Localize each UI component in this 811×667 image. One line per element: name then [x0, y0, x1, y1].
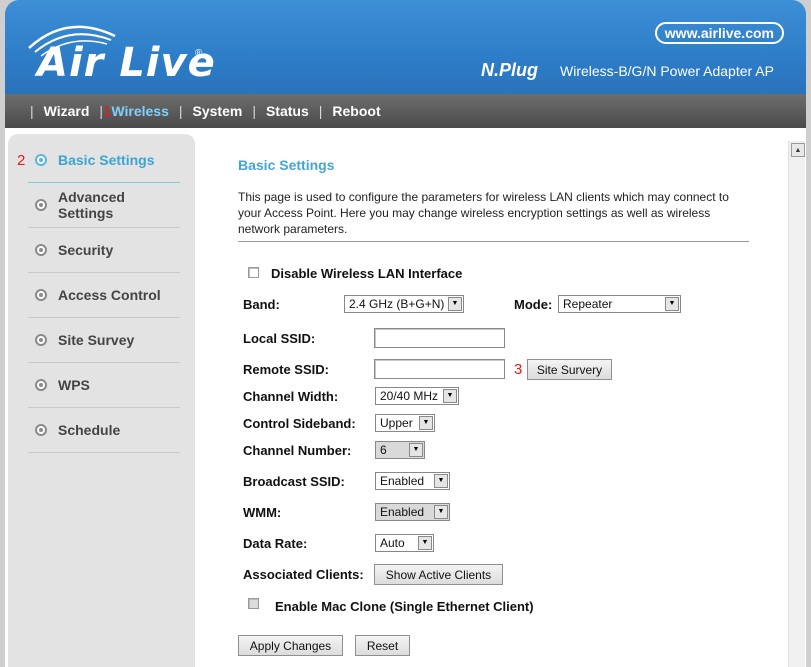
- data-rate-label: Data Rate:: [243, 536, 308, 551]
- page-body: 2 Basic Settings Advanced Settings Secur…: [5, 128, 806, 667]
- control-sideband-value: Upper: [380, 416, 413, 430]
- control-sideband-label: Control Sideband:: [243, 416, 356, 431]
- sidebar-item-label: Basic Settings: [58, 152, 155, 168]
- website-url[interactable]: www.airlive.com: [654, 22, 784, 44]
- sidebar-item-basic-settings[interactable]: 2 Basic Settings: [17, 138, 180, 183]
- sidebar-item-advanced-settings[interactable]: Advanced Settings: [28, 183, 180, 228]
- chevron-down-icon[interactable]: ▼: [665, 297, 679, 311]
- disable-wlan-label: Disable Wireless LAN Interface: [271, 266, 463, 281]
- chevron-down-icon[interactable]: ▼: [434, 474, 448, 488]
- sidebar-item-schedule[interactable]: Schedule: [28, 408, 180, 453]
- chevron-down-icon[interactable]: ▼: [448, 297, 462, 311]
- product-name: Wireless-B/G/N Power Adapter AP: [560, 63, 774, 79]
- annotation-marker-1: 1: [103, 102, 112, 120]
- nav-item-system[interactable]: System: [193, 103, 243, 119]
- site-survey-button[interactable]: Site Survery: [527, 359, 612, 380]
- mode-select-value: Repeater: [563, 297, 613, 311]
- wmm-select[interactable]: Enabled ▼: [375, 503, 450, 521]
- apply-changes-button[interactable]: Apply Changes: [238, 635, 343, 656]
- nav-item-reboot[interactable]: Reboot: [332, 103, 380, 119]
- page-description: This page is used to configure the param…: [238, 190, 729, 236]
- broadcast-ssid-label: Broadcast SSID:: [243, 474, 345, 489]
- band-label: Band:: [243, 297, 280, 312]
- radio-bullet-icon: [35, 289, 47, 301]
- radio-bullet-icon: [35, 244, 47, 256]
- wmm-value: Enabled: [380, 505, 425, 519]
- scroll-up-arrow-icon[interactable]: ▲: [791, 143, 805, 157]
- broadcast-ssid-select[interactable]: Enabled ▼: [375, 472, 450, 490]
- logo-registered-mark: ®: [195, 48, 203, 59]
- band-select-value: 2.4 GHz (B+G+N): [349, 297, 445, 311]
- annotation-marker-3: 3: [514, 361, 523, 378]
- sidebar-item-site-survey[interactable]: Site Survey: [28, 318, 180, 363]
- header-banner: Air Live ® www.airlive.com N.Plug Wirele…: [5, 0, 806, 94]
- logo-text: Air Live: [37, 40, 216, 86]
- sidebar-item-access-control[interactable]: Access Control: [28, 273, 180, 318]
- annotation-marker-2: 2: [17, 151, 26, 169]
- chevron-down-icon[interactable]: ▼: [434, 505, 448, 519]
- sidebar-item-wps[interactable]: WPS: [28, 363, 180, 408]
- local-ssid-label: Local SSID:: [243, 331, 316, 346]
- channel-width-value: 20/40 MHz: [380, 389, 439, 403]
- mac-clone-label: Enable Mac Clone (Single Ethernet Client…: [275, 599, 534, 614]
- channel-width-select[interactable]: 20/40 MHz ▼: [375, 387, 459, 405]
- sidebar-item-security[interactable]: Security: [28, 228, 180, 273]
- band-select[interactable]: 2.4 GHz (B+G+N) ▼: [344, 295, 464, 313]
- sidebar-item-label: WPS: [58, 377, 90, 393]
- control-sideband-select[interactable]: Upper ▼: [375, 414, 435, 432]
- chevron-down-icon[interactable]: ▼: [409, 443, 423, 457]
- local-ssid-input[interactable]: [374, 328, 505, 348]
- broadcast-ssid-value: Enabled: [380, 474, 425, 488]
- associated-clients-label: Associated Clients:: [243, 567, 364, 582]
- reset-button[interactable]: Reset: [355, 635, 410, 656]
- radio-bullet-icon: [35, 199, 47, 211]
- radio-bullet-icon: [35, 334, 47, 346]
- vertical-scrollbar[interactable]: ▲: [788, 141, 805, 667]
- remote-ssid-input[interactable]: [374, 359, 505, 379]
- top-nav: | Wizard | 1 Wireless | System | Status …: [5, 94, 806, 128]
- sidebar-item-label: Advanced Settings: [58, 189, 125, 221]
- chevron-down-icon[interactable]: ▼: [443, 389, 457, 403]
- mac-clone-checkbox[interactable]: [248, 598, 259, 609]
- mode-select[interactable]: Repeater ▼: [558, 295, 681, 313]
- radio-bullet-icon: [35, 379, 47, 391]
- data-rate-select[interactable]: Auto ▼: [375, 534, 434, 552]
- remote-ssid-label: Remote SSID:: [243, 362, 329, 377]
- nav-separator: |: [30, 103, 34, 119]
- page-title: Basic Settings: [238, 157, 335, 173]
- channel-number-value: 6: [380, 443, 387, 457]
- nav-separator: |: [252, 103, 256, 119]
- radio-bullet-icon: [35, 424, 47, 436]
- sidebar-item-label: Security: [58, 242, 114, 258]
- show-active-clients-button[interactable]: Show Active Clients: [374, 564, 503, 585]
- chevron-down-icon[interactable]: ▼: [418, 536, 432, 550]
- sidebar-item-label: Access Control: [58, 287, 161, 303]
- nav-item-status[interactable]: Status: [266, 103, 309, 119]
- nav-separator: |: [178, 103, 183, 119]
- channel-number-label: Channel Number:: [243, 443, 352, 458]
- channel-number-select[interactable]: 6 ▼: [375, 441, 425, 459]
- divider: [238, 241, 749, 242]
- nav-separator: |: [318, 103, 323, 119]
- sidebar: 2 Basic Settings Advanced Settings Secur…: [8, 134, 195, 667]
- disable-wlan-checkbox[interactable]: [248, 267, 259, 278]
- main-content: Basic Settings This page is used to conf…: [238, 128, 783, 667]
- nav-item-wireless[interactable]: Wireless: [111, 103, 168, 119]
- radio-bullet-icon: [35, 154, 47, 166]
- wmm-label: WMM:: [243, 505, 282, 520]
- sidebar-item-label: Site Survey: [58, 332, 135, 348]
- product-brand: N.Plug: [481, 60, 538, 80]
- data-rate-value: Auto: [380, 536, 405, 550]
- chevron-down-icon[interactable]: ▼: [419, 416, 433, 430]
- mode-label: Mode:: [514, 297, 553, 312]
- sidebar-item-label: Schedule: [58, 422, 121, 438]
- nav-item-wizard[interactable]: Wizard: [44, 103, 90, 119]
- channel-width-label: Channel Width:: [243, 389, 339, 404]
